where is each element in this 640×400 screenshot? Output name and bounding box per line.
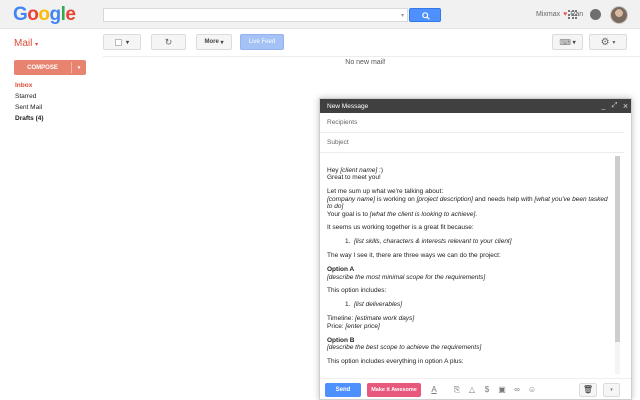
mail-switcher[interactable]: Mail ▾ <box>14 38 38 49</box>
subject-placeholder: Subject <box>327 139 349 146</box>
scrollbar-thumb[interactable] <box>615 156 620 342</box>
top-bar: Google ▾ Mixmax♥Ran <box>0 0 640 29</box>
sidebar-item-starred[interactable]: Starred <box>15 93 36 100</box>
compose-button[interactable]: COMPOSE ▾ <box>14 60 86 75</box>
close-icon[interactable]: × <box>620 101 631 111</box>
drive-icon[interactable]: △ <box>467 385 477 395</box>
list-item: 1. [list deliverables] <box>345 301 403 309</box>
sidebar-item-drafts[interactable]: Drafts (4) <box>15 115 44 122</box>
search-input[interactable]: ▾ <box>103 8 408 22</box>
sidebar-item-sent-mail[interactable]: Sent Mail <box>15 104 42 111</box>
money-icon[interactable]: $ <box>482 385 492 395</box>
body-line: This option includes everything in optio… <box>327 357 464 365</box>
live-feed-label: Live Feed <box>248 39 276 45</box>
recipients-field[interactable]: Recipients <box>320 113 624 133</box>
body-line: [describe the best scope to achieve the … <box>327 344 482 351</box>
input-tools-button[interactable]: ⌨ ▾ <box>552 34 583 50</box>
make-it-awesome-button[interactable]: Make it Awesome <box>367 383 421 397</box>
divider <box>103 56 640 57</box>
chevron-down-icon: ▾ <box>610 387 613 393</box>
body-line: Your goal is to [what the client is look… <box>327 210 478 218</box>
apps-grid-icon[interactable] <box>568 10 577 19</box>
refresh-icon: ↻ <box>164 36 173 47</box>
select-all-checkbox[interactable] <box>114 38 122 46</box>
logo-letter: o <box>38 4 50 25</box>
chevron-down-icon: ▾ <box>572 39 576 46</box>
search-button[interactable] <box>409 8 441 22</box>
popout-icon[interactable]: ⤢ <box>609 102 620 110</box>
logo-letter: G <box>13 4 28 25</box>
logo-letter: g <box>49 4 62 25</box>
send-button[interactable]: Send <box>325 383 361 397</box>
trash-icon: 🗑 <box>582 385 594 394</box>
body-line: Let me sum up what we're talking about: <box>327 188 444 196</box>
select-button[interactable]: ▾ <box>103 34 141 50</box>
subject-field[interactable]: Subject <box>320 133 624 153</box>
logo-letter: o <box>27 4 39 25</box>
chevron-down-icon[interactable]: ▾ <box>72 65 86 71</box>
notifications-icon[interactable] <box>590 9 601 20</box>
chevron-down-icon: ▾ <box>612 39 616 46</box>
mail-label: Mail <box>14 38 33 49</box>
sidebar-item-inbox[interactable]: Inbox <box>15 82 32 89</box>
body-line: The way I see it, there are three ways w… <box>327 252 501 260</box>
body-line: This option includes: <box>327 287 387 295</box>
logo-letter: e <box>65 4 76 25</box>
keyboard-icon: ⌨ <box>559 37 571 47</box>
compose-label: COMPOSE <box>27 64 58 71</box>
compose-title: New Message <box>327 102 369 110</box>
more-options-button[interactable]: ▾ <box>603 383 620 397</box>
emoji-icon[interactable]: ☺ <box>527 385 537 395</box>
empty-inbox-message: No new mail! <box>345 59 386 66</box>
live-feed-button[interactable]: Live Feed <box>240 34 284 50</box>
search-icon <box>422 12 430 20</box>
more-button[interactable]: More ▾ <box>196 34 232 50</box>
discard-draft-button[interactable]: 🗑 <box>579 383 597 397</box>
heart-icon: ♥ <box>563 11 568 18</box>
recipients-placeholder: Recipients <box>327 119 358 126</box>
body-line: [describe the most minimal scope for the… <box>327 273 486 281</box>
minimize-icon[interactable]: _ <box>598 103 609 110</box>
more-label: More <box>204 39 219 45</box>
body-line: [company name] is working on [project de… <box>327 195 608 203</box>
body-heading: Option B <box>327 336 355 344</box>
attach-icon[interactable]: ⎘ <box>452 385 462 395</box>
body-line: Hey [client name] :) <box>327 167 384 174</box>
body-line: It seems us working together is a great … <box>327 224 474 232</box>
chevron-down-icon: ▾ <box>35 42 39 48</box>
avatar[interactable] <box>610 6 628 24</box>
list-item: 1. [list skills, characters & interests … <box>345 238 512 246</box>
scrollbar[interactable] <box>615 156 620 374</box>
body-line: to do] <box>327 203 344 211</box>
settings-button[interactable]: ⚙ ▾ <box>589 34 627 50</box>
google-logo[interactable]: Google <box>13 4 76 26</box>
photo-icon[interactable]: ▣ <box>497 385 507 395</box>
compose-header[interactable]: New Message _ ⤢ × <box>320 99 631 113</box>
mixmax-label: Mixmax <box>536 11 561 18</box>
link-icon[interactable]: ∞ <box>512 385 522 395</box>
refresh-button[interactable]: ↻ <box>151 34 186 50</box>
gear-icon: ⚙ <box>600 36 610 48</box>
body-line: Great to meet you! <box>327 174 381 182</box>
chevron-down-icon: ▾ <box>125 39 129 46</box>
compose-footer: Send Make it Awesome A ⎘ △ $ ▣ ∞ ☺ 🗑 ▾ <box>320 378 631 400</box>
body-heading: Option A <box>327 266 355 274</box>
search-options-icon[interactable]: ▾ <box>401 12 404 19</box>
formatting-icon[interactable]: A <box>429 385 439 395</box>
message-body[interactable]: Hey [client name] :) Great to meet you! … <box>320 155 620 374</box>
body-line: Timeline: [estimate work days] <box>327 315 415 323</box>
chevron-down-icon: ▾ <box>220 39 224 46</box>
compose-window: New Message _ ⤢ × Recipients Subject Hey… <box>319 98 632 400</box>
body-line: Price: [enter price] <box>327 322 380 330</box>
